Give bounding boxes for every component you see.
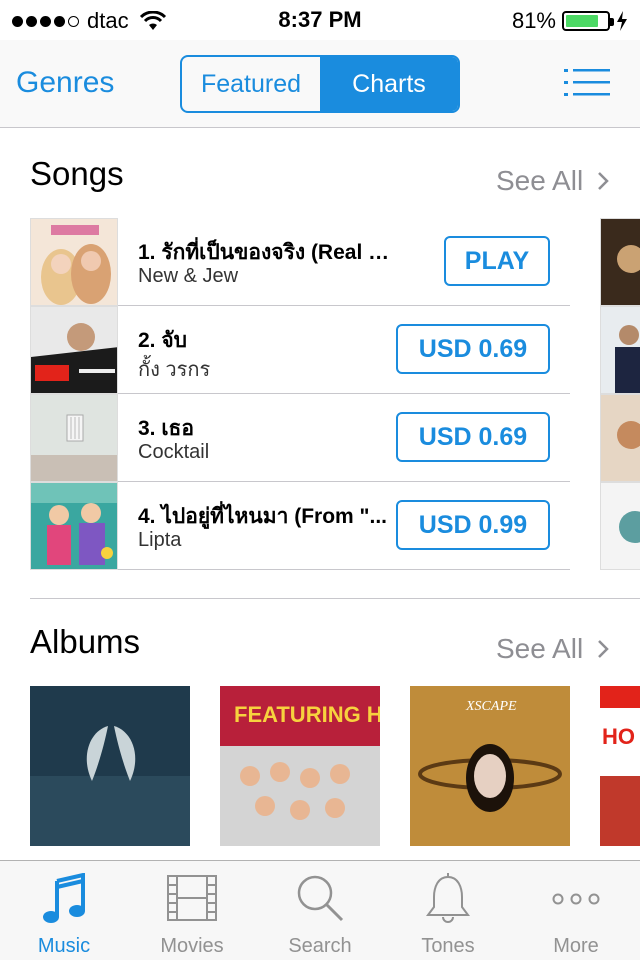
albums-see-all-button[interactable]: See All: [496, 633, 609, 665]
next-page-artwork[interactable]: [600, 218, 640, 306]
album-artwork-text: HO SIN: [602, 724, 640, 749]
charging-bolt-icon: [617, 11, 627, 31]
tab-movies[interactable]: Movies: [128, 861, 256, 960]
tab-more-label: More: [553, 935, 599, 957]
song-artwork: [30, 306, 118, 394]
buy-price-button[interactable]: USD 0.99: [396, 500, 550, 550]
chevron-right-icon: [598, 640, 609, 658]
chevron-right-icon: [598, 172, 609, 190]
album-artwork[interactable]: [30, 686, 190, 846]
charts-content: Songs See All 1. รักที่เป็นของจริง (Real…: [0, 129, 640, 860]
next-page-artwork[interactable]: [600, 306, 640, 394]
albums-see-all-label: See All: [496, 633, 584, 664]
song-artwork: [30, 394, 118, 482]
film-icon: [167, 875, 217, 921]
album-artwork[interactable]: FEATURING HITZ4: [220, 686, 380, 846]
next-page-artwork[interactable]: [600, 394, 640, 482]
tab-music-label: Music: [37, 935, 91, 957]
next-page-artwork[interactable]: [600, 482, 640, 570]
section-divider: [30, 598, 640, 599]
tab-movies-label: Movies: [160, 935, 224, 957]
song-row[interactable]: 2. จับ กั้ง วรกร USD 0.69: [30, 306, 570, 394]
genres-button[interactable]: Genres: [16, 66, 114, 100]
song-artist: Lipta: [138, 529, 182, 551]
buy-price-button[interactable]: USD 0.69: [396, 324, 550, 374]
album-artwork-text: FEATURING HITZ4: [234, 702, 380, 727]
songs-see-all-button[interactable]: See All: [496, 165, 609, 197]
search-icon: [297, 875, 344, 922]
song-row[interactable]: 4. ไปอยู่ที่ไหนมา (From "... Lipta USD 0…: [30, 482, 570, 570]
segment-charts[interactable]: Charts: [320, 57, 458, 111]
song-row[interactable]: 3. เธอ Cocktail USD 0.69: [30, 394, 570, 482]
tab-more[interactable]: More: [512, 861, 640, 960]
battery-icon: [562, 11, 614, 31]
song-artwork: [30, 218, 118, 306]
more-icon: [552, 893, 600, 905]
segment-featured[interactable]: Featured: [182, 57, 320, 111]
song-artist: Cocktail: [138, 441, 210, 463]
albums-section-title: Albums: [30, 623, 141, 660]
play-button[interactable]: PLAY: [444, 236, 550, 286]
songs-section-title: Songs: [30, 155, 124, 192]
song-row[interactable]: 1. รักที่เป็นของจริง (Real Love) New & J…: [30, 218, 570, 306]
song-artist: New & Jew: [138, 265, 239, 287]
song-artwork: [30, 482, 118, 570]
battery-percent: 81%: [511, 8, 556, 33]
battery-level-fill: [566, 15, 599, 27]
navigation-bar: Genres Featured Charts: [0, 40, 640, 128]
album-artwork-text: XSCAPE: [465, 699, 517, 714]
battery-area: 81%: [512, 8, 628, 34]
album-artwork[interactable]: HO SIN: [600, 686, 640, 846]
featured-charts-segmented-control: Featured Charts: [180, 55, 460, 113]
list-icon[interactable]: [564, 68, 610, 98]
tab-search-label: Search: [288, 935, 352, 957]
tab-search[interactable]: Search: [256, 861, 384, 960]
status-bar: dtac 8:37 PM 81%: [0, 0, 640, 40]
album-artwork[interactable]: XSCAPE: [410, 686, 570, 846]
tab-tones[interactable]: Tones: [384, 861, 512, 960]
tab-music[interactable]: Music: [0, 861, 128, 960]
bell-icon: [426, 873, 470, 923]
buy-price-button[interactable]: USD 0.69: [396, 412, 550, 462]
songs-see-all-label: See All: [496, 165, 584, 196]
tab-tones-label: Tones: [421, 935, 475, 957]
music-note-icon: [43, 873, 85, 923]
song-artist: กั้ง วรกร: [138, 359, 211, 381]
tab-bar: Music Movies Search Tones More: [0, 860, 640, 960]
